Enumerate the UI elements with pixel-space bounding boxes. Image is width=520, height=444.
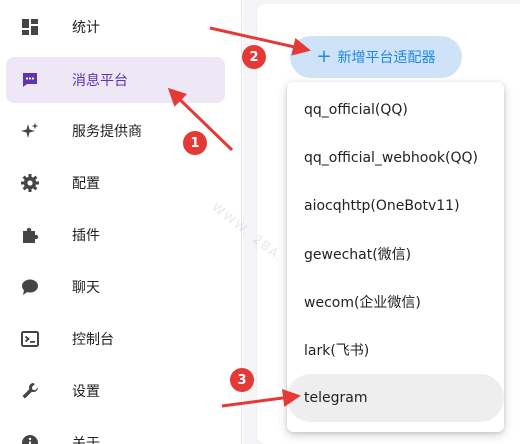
sidebar-item-chat[interactable]: 聊天 xyxy=(6,264,225,310)
menu-item-qq-official-webhook[interactable]: qq_official_webhook(QQ) xyxy=(287,134,504,182)
menu-item-label: telegram xyxy=(304,390,368,406)
gear-icon xyxy=(20,173,40,193)
sparkles-icon xyxy=(20,121,40,141)
annotation-badge-1: 1 xyxy=(183,131,207,155)
puzzle-icon xyxy=(20,225,40,245)
sidebar-item-config[interactable]: 配置 xyxy=(6,160,225,206)
dashboard-icon xyxy=(20,17,40,37)
menu-item-label: gewechat(微信) xyxy=(304,247,412,263)
menu-item-label: qq_official(QQ) xyxy=(304,102,408,118)
annotation-badge-3: 3 xyxy=(230,368,254,392)
adapter-dropdown-menu: qq_official(QQ) qq_official_webhook(QQ) … xyxy=(287,82,504,432)
menu-item-label: lark(飞书) xyxy=(304,343,370,359)
menu-item-gewechat[interactable]: gewechat(微信) xyxy=(287,230,504,278)
sidebar-item-settings[interactable]: 设置 xyxy=(6,368,225,414)
menu-item-label: wecom(企业微信) xyxy=(304,295,421,311)
sidebar-item-label: 关于 xyxy=(72,436,100,444)
terminal-icon xyxy=(20,329,40,349)
menu-item-qq-official[interactable]: qq_official(QQ) xyxy=(287,86,504,134)
plus-icon: + xyxy=(316,46,332,67)
sidebar-item-label: 配置 xyxy=(72,176,100,192)
sidebar-item-console[interactable]: 控制台 xyxy=(6,316,225,362)
wrench-icon xyxy=(20,381,40,401)
info-icon xyxy=(20,433,40,444)
sidebar-item-label: 聊天 xyxy=(72,280,100,296)
menu-item-aiocqhttp[interactable]: aiocqhttp(OneBotv11) xyxy=(287,182,504,230)
menu-item-lark[interactable]: lark(飞书) xyxy=(287,326,504,374)
menu-item-wecom[interactable]: wecom(企业微信) xyxy=(287,278,504,326)
sidebar-item-about[interactable]: 关于 xyxy=(6,420,225,444)
add-platform-adapter-label: 新增平台适配器 xyxy=(337,50,436,66)
chat-bubble-icon xyxy=(20,277,40,297)
message-icon xyxy=(20,70,40,90)
sidebar-item-label: 插件 xyxy=(72,228,100,244)
annotation-badge-2: 2 xyxy=(242,45,266,69)
sidebar-item-message-platform[interactable]: 消息平台 xyxy=(6,57,225,103)
sidebar-item-label: 控制台 xyxy=(72,332,114,348)
sidebar: 统计 消息平台 服务提供商 配置 插件 聊天 控制台 设置 关于 xyxy=(0,0,242,444)
add-platform-adapter-button[interactable]: + 新增平台适配器 xyxy=(290,36,462,78)
sidebar-item-label: 服务提供商 xyxy=(72,124,142,140)
menu-item-label: aiocqhttp(OneBotv11) xyxy=(304,198,460,214)
menu-item-label: qq_official_webhook(QQ) xyxy=(304,150,478,166)
sidebar-item-stats[interactable]: 统计 xyxy=(6,4,225,50)
sidebar-item-plugins[interactable]: 插件 xyxy=(6,212,225,258)
menu-item-telegram[interactable]: telegram xyxy=(287,374,504,422)
sidebar-item-label: 统计 xyxy=(72,20,100,36)
sidebar-item-label: 消息平台 xyxy=(72,73,128,89)
sidebar-item-label: 设置 xyxy=(72,384,100,400)
